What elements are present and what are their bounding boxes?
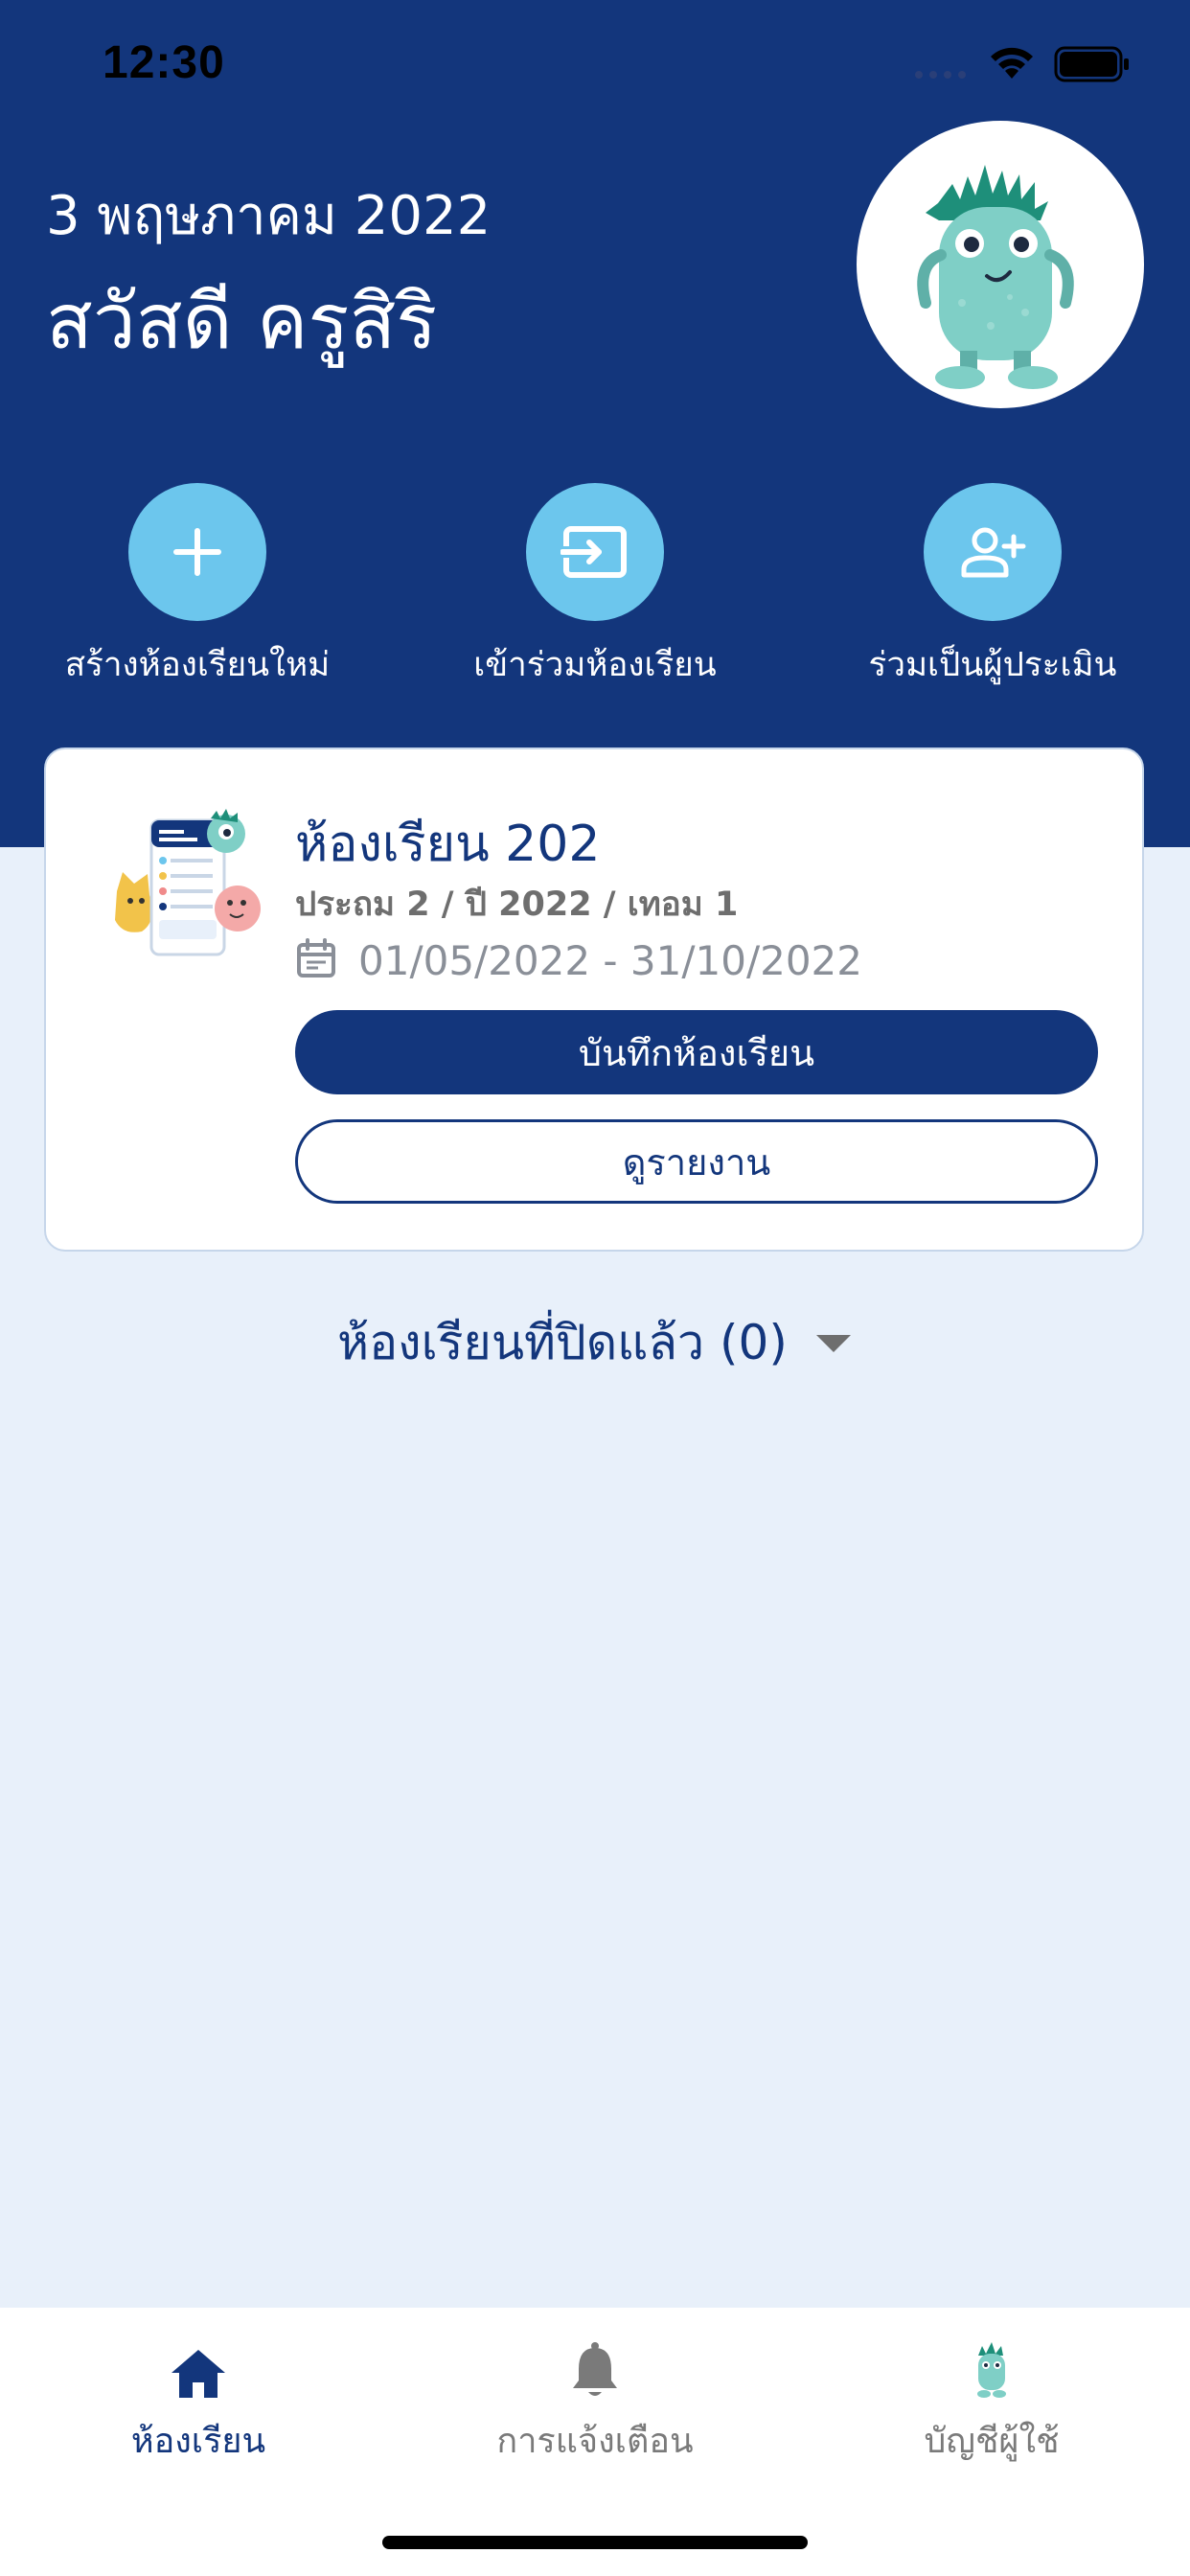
tab-classroom[interactable]: ห้องเรียน bbox=[0, 2336, 397, 2468]
classroom-illustration bbox=[115, 809, 261, 956]
classroom-card[interactable]: ห้องเรียน 202 ประถม 2 / ปี 2022 / เทอม 1… bbox=[44, 748, 1144, 1252]
greeting-text: สวัสดี ครูสิริ bbox=[46, 277, 438, 366]
join-classroom-button[interactable]: เข้าร่วมห้องเรียน bbox=[403, 483, 787, 691]
monster-avatar-icon bbox=[917, 165, 1074, 389]
monster-avatar-icon bbox=[977, 2342, 1006, 2398]
classroom-name: ห้องเรียน 202 bbox=[295, 816, 601, 873]
profile-avatar[interactable] bbox=[857, 121, 1144, 408]
record-classroom-button[interactable]: บันทึกห้องเรียน bbox=[295, 1010, 1098, 1094]
header-banner: 12:30 3 พฤษภาคม 2022 สวัสดี ครูสิริ สร้า… bbox=[0, 0, 1190, 847]
current-date: 3 พฤษภาคม 2022 bbox=[46, 185, 492, 247]
view-report-button[interactable]: ดูรายงาน bbox=[295, 1119, 1098, 1204]
home-indicator bbox=[382, 2536, 808, 2549]
home-icon bbox=[172, 2350, 225, 2398]
tab-account[interactable]: บัญชีผู้ใช้ bbox=[793, 2336, 1190, 2468]
plus-icon bbox=[173, 528, 221, 576]
join-classroom-label: เข้าร่วมห้องเรียน bbox=[473, 646, 717, 684]
add-person-icon bbox=[961, 527, 1026, 578]
tab-notifications-label: การแจ้งเตือน bbox=[496, 2422, 694, 2461]
bottom-tab-bar: ห้องเรียน การแจ้งเตือน บัญชีผู้ใช้ bbox=[0, 2308, 1190, 2576]
calendar-icon bbox=[297, 938, 335, 978]
tab-account-label: บัญชีผู้ใช้ bbox=[924, 2422, 1060, 2461]
caret-down-icon bbox=[815, 1334, 851, 1352]
join-evaluator-button[interactable]: ร่วมเป็นผู้ประเมิน bbox=[801, 483, 1184, 691]
wifi-icon bbox=[991, 47, 1033, 79]
join-enter-icon bbox=[561, 526, 627, 578]
tab-classroom-label: ห้องเรียน bbox=[130, 2422, 266, 2461]
classroom-meta: ประถม 2 / ปี 2022 / เทอม 1 bbox=[295, 886, 739, 924]
battery-icon bbox=[1054, 46, 1129, 82]
create-classroom-button[interactable]: สร้างห้องเรียนใหม่ bbox=[6, 483, 389, 691]
join-evaluator-label: ร่วมเป็นผู้ประเมิน bbox=[868, 646, 1117, 684]
cellular-signal-icon bbox=[915, 71, 966, 79]
closed-classrooms-label: ห้องเรียนที่ปิดแล้ว (0) bbox=[337, 1315, 788, 1370]
tab-notifications[interactable]: การแจ้งเตือน bbox=[397, 2336, 793, 2468]
create-classroom-label: สร้างห้องเรียนใหม่ bbox=[64, 646, 331, 684]
classroom-period: 01/05/2022 - 31/10/2022 bbox=[358, 937, 863, 984]
bell-icon bbox=[573, 2342, 617, 2396]
closed-classrooms-toggle[interactable]: ห้องเรียนที่ปิดแล้ว (0) bbox=[0, 1305, 1190, 1381]
status-time: 12:30 bbox=[103, 37, 225, 88]
